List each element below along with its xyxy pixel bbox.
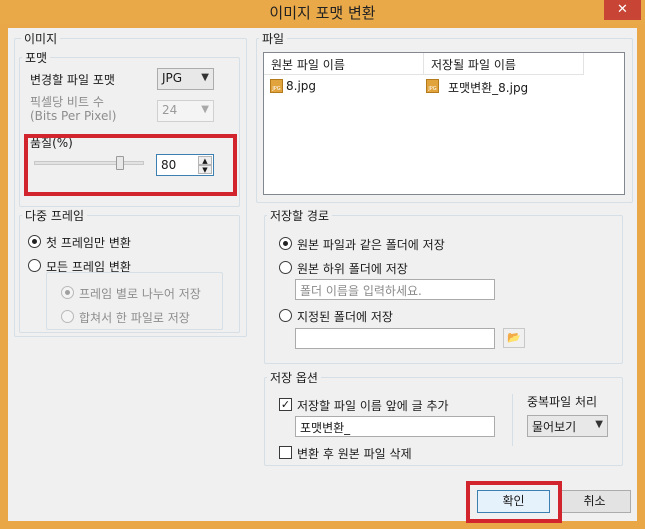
save-path-group: 저장할 경로 원본 파일과 같은 폴더에 저장 원본 하위 폴더에 저장 폴더 …: [264, 207, 623, 364]
prefix-checkbox[interactable]: ✓: [279, 398, 292, 411]
format-select-value: JPG: [162, 71, 183, 85]
duplicate-select-value: 물어보기: [532, 420, 577, 434]
delete-original-label[interactable]: 변환 후 원본 파일 삭제: [297, 445, 412, 462]
split-save-radio[interactable]: [61, 286, 74, 299]
bpp-sublabel: (Bits Per Pixel): [30, 109, 117, 123]
file-group: 파일 원본 파일 이름 저장될 파일 이름 JPG 8.jpg JPG 포맷변환…: [256, 30, 633, 203]
jpg-file-icon: JPG: [426, 79, 439, 93]
save-options-group: 저장 옵션 ✓ 저장할 파일 이름 앞에 글 추가 포맷변환_ 변환 후 원본 …: [264, 369, 623, 466]
column-original-name[interactable]: 원본 파일 이름: [264, 53, 424, 75]
file-group-title: 파일: [259, 30, 288, 47]
bpp-select[interactable]: 24 ▼: [157, 100, 214, 122]
same-folder-radio[interactable]: [279, 237, 292, 250]
delete-original-checkbox[interactable]: [279, 446, 292, 459]
split-save-label[interactable]: 프레임 별로 나누어 저장: [79, 285, 201, 302]
duplicate-label: 중복파일 처리: [527, 395, 598, 409]
sub-folder-input[interactable]: 폴더 이름을 입력하세요.: [295, 279, 495, 300]
sub-folder-radio[interactable]: [279, 261, 292, 274]
prefix-input[interactable]: 포맷변환_: [295, 416, 495, 437]
close-icon: ✕: [617, 2, 628, 17]
all-frames-radio[interactable]: [28, 259, 41, 272]
first-frame-label[interactable]: 첫 프레임만 변환: [46, 234, 131, 251]
chevron-down-icon: ▼: [595, 419, 603, 430]
image-group-title: 이미지: [21, 30, 61, 47]
column-saved-name[interactable]: 저장될 파일 이름: [424, 53, 584, 75]
specified-folder-input[interactable]: [295, 328, 495, 349]
format-group-title: 포맷: [22, 49, 51, 66]
dialog-body: 이미지 포맷 변경할 파일 포맷 JPG ▼ 픽셀당 비트 수 (Bits Pe…: [8, 28, 637, 523]
specified-folder-radio[interactable]: [279, 309, 292, 322]
save-path-group-title: 저장할 경로: [267, 207, 333, 224]
chevron-down-icon: ▼: [201, 72, 209, 83]
table-row[interactable]: JPG 8.jpg JPG 포맷변환_8.jpg: [264, 76, 584, 96]
save-options-group-title: 저장 옵션: [267, 369, 321, 386]
merge-save-radio[interactable]: [61, 310, 74, 323]
file-list[interactable]: 원본 파일 이름 저장될 파일 이름 JPG 8.jpg JPG 포맷변환_8.…: [263, 52, 625, 195]
sub-folder-label[interactable]: 원본 하위 폴더에 저장: [297, 260, 408, 277]
jpg-file-icon: JPG: [270, 79, 283, 93]
merge-save-label[interactable]: 합쳐서 한 파일로 저장: [79, 309, 190, 326]
same-folder-label[interactable]: 원본 파일과 같은 폴더에 저장: [297, 236, 445, 253]
chevron-down-icon: ▼: [201, 104, 209, 115]
bpp-select-value: 24: [162, 103, 178, 117]
all-frames-options: 프레임 별로 나누어 저장 합쳐서 한 파일로 저장: [46, 272, 223, 330]
browse-folder-button[interactable]: 📂: [503, 328, 525, 348]
divider: [512, 394, 513, 446]
folder-open-icon: 📂: [507, 331, 521, 344]
checkmark-icon: ✓: [280, 398, 291, 411]
duplicate-select[interactable]: 물어보기 ▼: [527, 415, 608, 437]
dialog-window: 이미지 포맷 변환 ✕ 이미지 포맷 변경할 파일 포맷 JPG ▼ 픽셀당 비…: [0, 0, 645, 529]
multi-frame-group-title: 다중 프레임: [22, 207, 88, 224]
cancel-button[interactable]: 취소: [558, 490, 631, 513]
title-bar: 이미지 포맷 변환 ✕: [0, 0, 645, 24]
bpp-label: 픽셀당 비트 수: [30, 95, 104, 109]
format-label: 변경할 파일 포맷: [30, 73, 115, 87]
saved-file-name: 포맷변환_8.jpg: [448, 81, 529, 95]
specified-folder-label[interactable]: 지정된 폴더에 저장: [297, 308, 393, 325]
quality-highlight-box: [24, 134, 237, 196]
format-select[interactable]: JPG ▼: [157, 68, 214, 90]
original-file-name: 8.jpg: [286, 79, 317, 93]
close-button[interactable]: ✕: [604, 0, 641, 20]
ok-highlight-box: [466, 481, 562, 523]
first-frame-radio[interactable]: [28, 235, 41, 248]
sub-folder-placeholder: 폴더 이름을 입력하세요.: [300, 284, 422, 298]
window-title: 이미지 포맷 변환: [269, 4, 376, 22]
prefix-label[interactable]: 저장할 파일 이름 앞에 글 추가: [297, 397, 449, 414]
prefix-value: 포맷변환_: [300, 421, 351, 435]
multi-frame-group: 다중 프레임 첫 프레임만 변환 모든 프레임 변환 프레임 별로 나누어 저장…: [19, 207, 240, 333]
